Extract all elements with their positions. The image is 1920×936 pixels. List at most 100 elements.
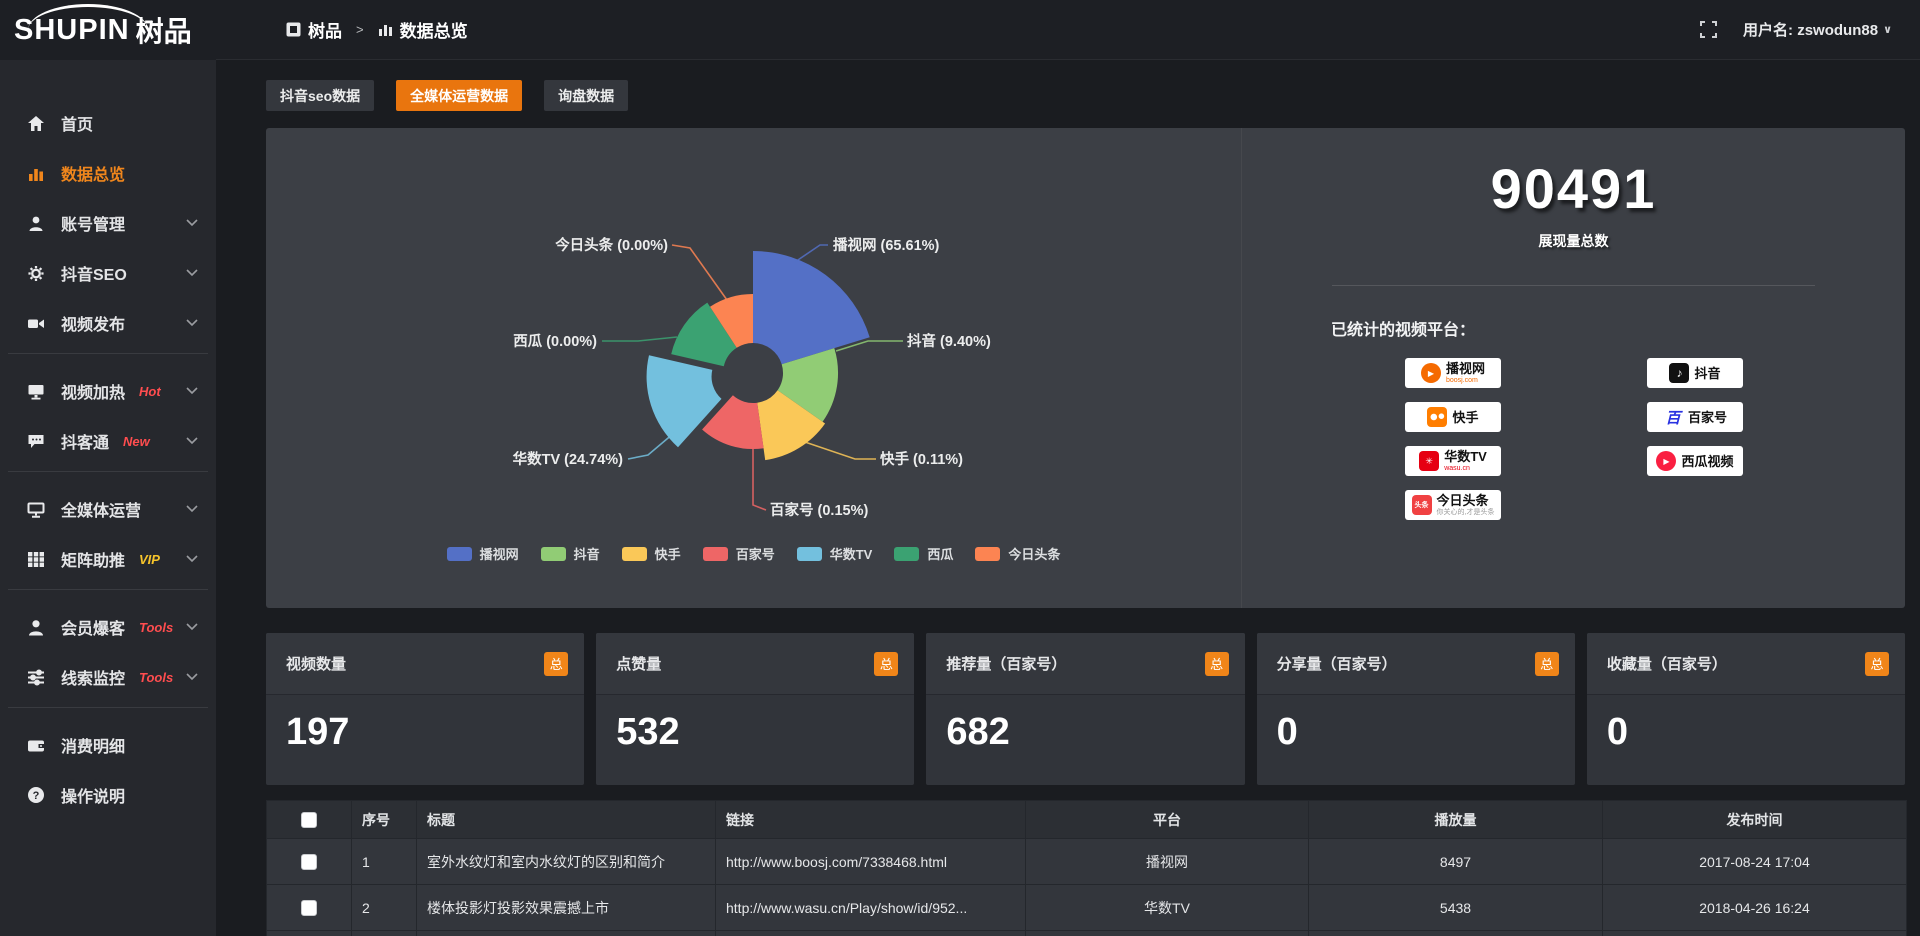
sidebar-item-label: 线索监控 bbox=[61, 665, 125, 689]
tab-抖音seo数据[interactable]: 抖音seo数据 bbox=[266, 80, 374, 111]
platform-badge-抖音: ♪抖音 bbox=[1647, 358, 1743, 388]
question-icon: ? bbox=[27, 786, 47, 804]
sidebar-item-tag: VIP bbox=[139, 552, 160, 567]
table-row bbox=[267, 931, 1907, 936]
chevron-down-icon[interactable] bbox=[186, 382, 198, 400]
chevron-down-icon[interactable] bbox=[186, 264, 198, 282]
platform-badge-sub: boosj.com bbox=[1446, 377, 1485, 384]
stat-cards-row: 视频数量总197点赞量总532推荐量（百家号）总682分享量（百家号）总0收藏量… bbox=[266, 633, 1905, 785]
cell-plays: 8497 bbox=[1309, 839, 1603, 885]
legend-item-快手[interactable]: 快手 bbox=[622, 544, 681, 563]
stat-card-header: 推荐量（百家号）总 bbox=[926, 633, 1244, 695]
total-badge[interactable]: 总 bbox=[874, 652, 898, 676]
legend-item-百家号[interactable]: 百家号 bbox=[703, 544, 775, 563]
chevron-down-icon[interactable] bbox=[186, 314, 198, 332]
sidebar-item-label: 会员爆客 bbox=[61, 615, 125, 639]
breadcrumb-home[interactable]: 树品 bbox=[308, 17, 342, 42]
sidebar-item-会员爆客[interactable]: 会员爆客Tools bbox=[0, 602, 216, 652]
pie-label-快手: 快手 (0.11%) bbox=[880, 450, 963, 468]
boosj-logo-icon: ▶ bbox=[1421, 363, 1441, 383]
platform-badge-百家号: 百百家号 bbox=[1647, 402, 1743, 432]
sidebar-item-视频加热[interactable]: 视频加热Hot bbox=[0, 366, 216, 416]
platform-badge-name: 华数TV bbox=[1444, 450, 1487, 463]
total-badge[interactable]: 总 bbox=[1205, 652, 1229, 676]
platform-badges-left: ▶播视网boosj.com快手✳华数TVwasu.cn头条今日头条你关心的,才是… bbox=[1405, 358, 1501, 534]
platforms-label: 已统计的视频平台： bbox=[1331, 316, 1905, 340]
cell-title[interactable] bbox=[417, 931, 716, 936]
summary-divider bbox=[1332, 285, 1815, 286]
toutiao-logo-icon: 头条 bbox=[1412, 495, 1432, 515]
cell-link[interactable]: http://www.wasu.cn/Play/show/id/952... bbox=[716, 885, 1026, 931]
chevron-down-icon[interactable] bbox=[186, 214, 198, 232]
pie-label-今日头条: 今日头条 (0.00%) bbox=[554, 236, 668, 254]
total-badge[interactable]: 总 bbox=[1535, 652, 1559, 676]
select-all-checkbox[interactable] bbox=[301, 812, 317, 828]
chevron-down-icon[interactable] bbox=[186, 618, 198, 636]
rose-pie-chart[interactable]: 播视网 (65.61%)抖音 (9.40%)快手 (0.11%)百家号 (0.1… bbox=[266, 128, 1241, 608]
legend-item-抖音[interactable]: 抖音 bbox=[541, 544, 600, 563]
tab-询盘数据[interactable]: 询盘数据 bbox=[544, 80, 628, 111]
legend-item-西瓜[interactable]: 西瓜 bbox=[894, 544, 953, 563]
tab-全媒体运营数据[interactable]: 全媒体运营数据 bbox=[396, 80, 522, 111]
legend-swatch bbox=[797, 547, 822, 561]
stat-card-点赞量: 点赞量总532 bbox=[596, 633, 914, 785]
sidebar-item-抖音SEO[interactable]: 抖音SEO bbox=[0, 248, 216, 298]
legend-item-播视网[interactable]: 播视网 bbox=[447, 544, 519, 563]
sidebar-item-操作说明[interactable]: ?操作说明 bbox=[0, 770, 216, 820]
sidebar-item-视频发布[interactable]: 视频发布 bbox=[0, 298, 216, 348]
sidebar-item-消费明细[interactable]: 消费明细 bbox=[0, 720, 216, 770]
sidebar-item-label: 账号管理 bbox=[61, 211, 125, 235]
fullscreen-icon[interactable] bbox=[1700, 21, 1717, 38]
cell-title[interactable]: 室外水纹灯和室内水纹灯的区别和简介 bbox=[417, 839, 716, 885]
sidebar-item-全媒体运营[interactable]: 全媒体运营 bbox=[0, 484, 216, 534]
sidebar-item-抖客通[interactable]: 抖客通New bbox=[0, 416, 216, 466]
cell-seq bbox=[352, 931, 417, 936]
sidebar-item-tag: New bbox=[123, 434, 150, 449]
label-line-百家号 bbox=[753, 449, 766, 510]
sidebar-item-label: 抖音SEO bbox=[61, 261, 127, 285]
cell-link[interactable] bbox=[716, 931, 1026, 936]
chat-icon bbox=[27, 432, 47, 450]
sidebar-item-首页[interactable]: 首页 bbox=[0, 98, 216, 148]
label-line-西瓜 bbox=[602, 337, 677, 341]
sidebar-item-账号管理[interactable]: 账号管理 bbox=[0, 198, 216, 248]
sidebar-item-label: 矩阵助推 bbox=[61, 547, 125, 571]
breadcrumb-separator: > bbox=[356, 22, 364, 37]
grid-icon bbox=[27, 550, 47, 568]
col-header-platform: 平台 bbox=[1026, 801, 1309, 839]
stat-card-分享量（百家号）: 分享量（百家号）总0 bbox=[1257, 633, 1575, 785]
total-badge[interactable]: 总 bbox=[1865, 652, 1889, 676]
chevron-down-icon[interactable] bbox=[186, 668, 198, 686]
pie-slice-播视网[interactable] bbox=[753, 251, 870, 364]
logo-text-cn: 树品 bbox=[136, 10, 192, 50]
legend-label: 抖音 bbox=[574, 544, 600, 563]
row-checkbox[interactable] bbox=[301, 900, 317, 916]
chevron-down-icon[interactable] bbox=[186, 432, 198, 450]
sidebar-item-tag: Tools bbox=[139, 670, 173, 685]
sidebar-item-线索监控[interactable]: 线索监控 Tools bbox=[0, 652, 216, 702]
sidebar-menu: 首页数据总览账号管理抖音SEO视频发布视频加热Hot抖客通New全媒体运营矩阵助… bbox=[0, 60, 216, 820]
platform-badge-快手: 快手 bbox=[1405, 402, 1501, 432]
sidebar-item-数据总览[interactable]: 数据总览 bbox=[0, 148, 216, 198]
total-badge[interactable]: 总 bbox=[544, 652, 568, 676]
sidebar-item-label: 视频发布 bbox=[61, 311, 125, 335]
brand-logo[interactable]: SHUPIN 树品 bbox=[0, 0, 216, 60]
legend-item-今日头条[interactable]: 今日头条 bbox=[975, 544, 1060, 563]
sidebar-item-矩阵助推[interactable]: 矩阵助推 VIP bbox=[0, 534, 216, 584]
sidebar-divider bbox=[8, 471, 208, 472]
col-header-seq: 序号 bbox=[352, 801, 417, 839]
username-label[interactable]: 用户名: zswodun88 bbox=[1743, 19, 1878, 40]
user-area: 用户名: zswodun88 ∨ bbox=[1700, 19, 1892, 40]
legend-swatch bbox=[975, 547, 1000, 561]
cell-title[interactable]: 楼体投影灯投影效果震撼上市 bbox=[417, 885, 716, 931]
chevron-down-icon[interactable] bbox=[186, 550, 198, 568]
total-impressions-value: 90491 bbox=[1242, 156, 1905, 221]
cell-platform: 华数TV bbox=[1026, 885, 1309, 931]
chevron-down-icon[interactable]: ∨ bbox=[1883, 23, 1892, 36]
chevron-down-icon[interactable] bbox=[186, 500, 198, 518]
cell-time bbox=[1603, 931, 1907, 936]
legend-item-华数TV[interactable]: 华数TV bbox=[797, 544, 873, 563]
cell-link[interactable]: http://www.boosj.com/7338468.html bbox=[716, 839, 1026, 885]
row-checkbox[interactable] bbox=[301, 854, 317, 870]
stat-card-value: 0 bbox=[1587, 695, 1905, 754]
